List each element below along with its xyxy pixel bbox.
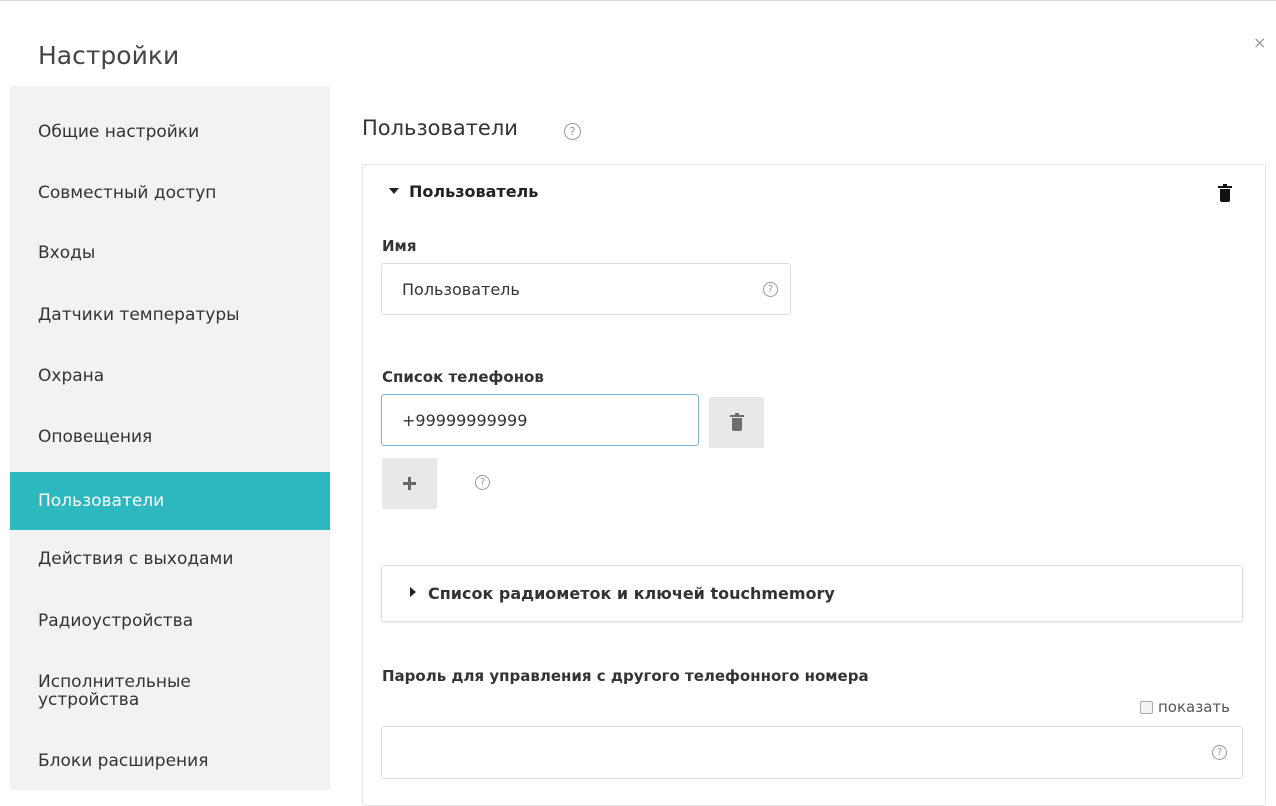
sidebar-item-inputs[interactable]: Входы — [10, 224, 330, 282]
delete-phone-button[interactable] — [709, 397, 764, 448]
sidebar-item-notifications[interactable]: Оповещения — [10, 408, 330, 466]
show-password-label: показать — [1158, 698, 1230, 716]
phones-help-icon[interactable]: ? — [475, 475, 490, 490]
settings-dialog: Настройки × Общие настройки Совместный д… — [0, 0, 1276, 806]
help-icon[interactable]: ? — [564, 123, 581, 140]
radio-tags-section[interactable]: Список радиометок и ключей touchmemory — [381, 565, 1243, 622]
page-title: Пользователи — [362, 116, 518, 140]
radio-tags-title: Список радиометок и ключей touchmemory — [428, 584, 835, 603]
caret-down-icon — [389, 187, 399, 194]
sidebar-item-expansion-blocks[interactable]: Блоки расширения — [10, 732, 330, 790]
sidebar-item-users[interactable]: Пользователи — [10, 472, 330, 530]
phone-input[interactable] — [381, 394, 699, 446]
sidebar-item-actuators[interactable]: Исполнительные устройства — [10, 662, 330, 720]
sidebar-item-output-actions[interactable]: Действия с выходами — [10, 530, 330, 588]
sidebar-item-security[interactable]: Охрана — [10, 347, 330, 405]
close-icon[interactable]: × — [1253, 33, 1266, 52]
sidebar-item-actuators-line2: устройства — [38, 690, 140, 710]
name-label: Имя — [382, 237, 417, 255]
sidebar-item-radio-devices[interactable]: Радиоустройства — [10, 592, 330, 650]
sidebar-item-shared-access[interactable]: Совместный доступ — [10, 164, 330, 222]
user-panel-title: Пользователь — [409, 182, 539, 201]
user-panel — [362, 164, 1266, 806]
phones-label: Список телефонов — [382, 368, 544, 386]
name-help-icon[interactable]: ? — [763, 282, 778, 297]
sidebar-item-general[interactable]: Общие настройки — [10, 103, 330, 161]
settings-sidebar: Общие настройки Совместный доступ Входы … — [10, 86, 330, 790]
trash-icon — [730, 413, 744, 431]
password-label: Пароль для управления с другого телефонн… — [382, 667, 869, 685]
password-help-icon[interactable]: ? — [1212, 745, 1227, 760]
name-input[interactable] — [381, 263, 791, 315]
caret-right-icon — [410, 586, 416, 597]
show-password-checkbox[interactable] — [1140, 700, 1153, 714]
user-panel-header[interactable]: Пользователь — [389, 182, 538, 201]
add-phone-button[interactable] — [382, 458, 437, 509]
password-input[interactable] — [381, 726, 1243, 779]
delete-user-trash-icon[interactable] — [1218, 184, 1232, 202]
show-password-toggle[interactable]: показать — [1140, 698, 1230, 716]
sidebar-item-actuators-line1: Исполнительные — [38, 672, 191, 692]
dialog-title: Настройки — [38, 41, 180, 70]
sidebar-item-temperature-sensors[interactable]: Датчики температуры — [10, 286, 330, 344]
